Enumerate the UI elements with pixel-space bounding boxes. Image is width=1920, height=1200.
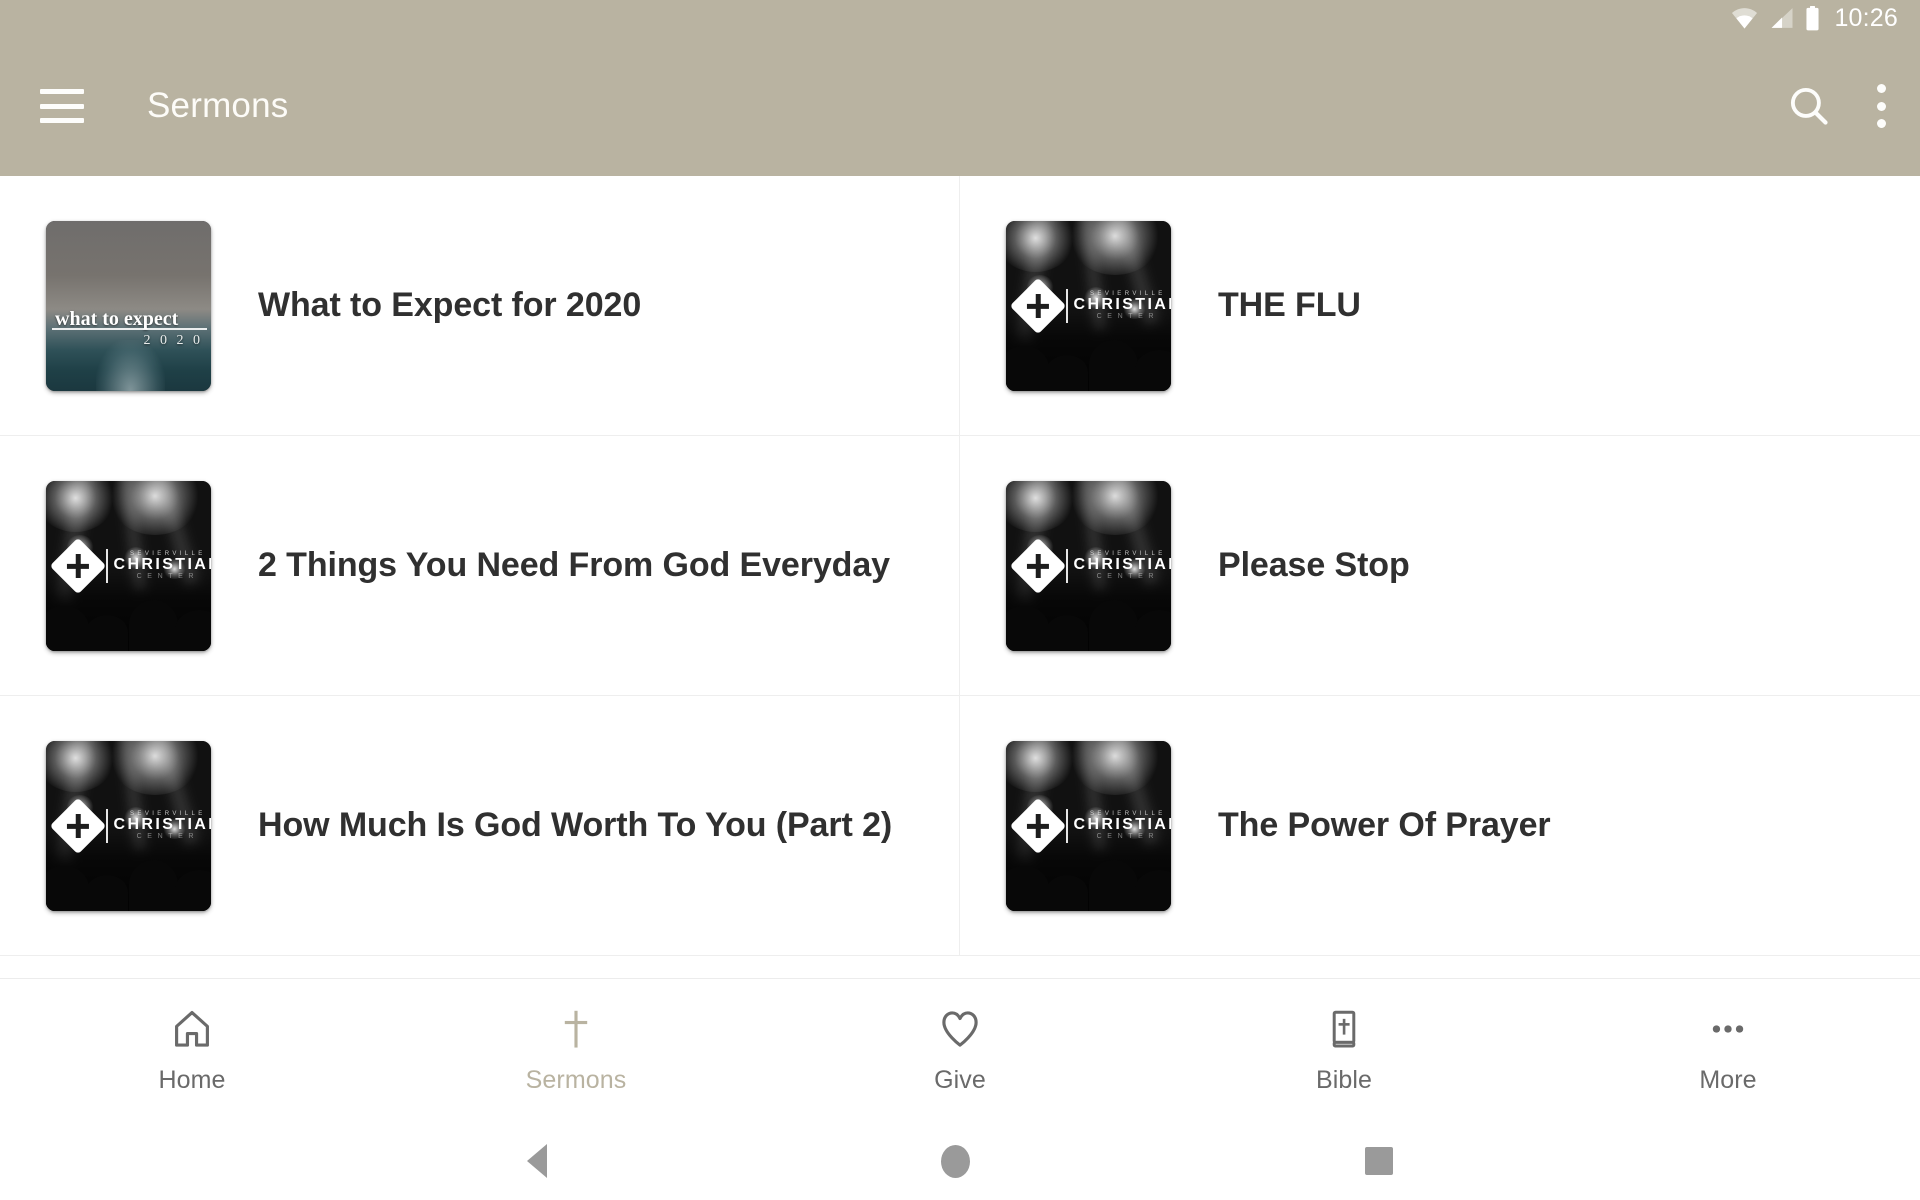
sermon-grid: what to expect 2 0 2 0 What to Expect fo… — [0, 176, 1920, 956]
overflow-menu-icon[interactable] — [1877, 84, 1886, 128]
sermon-title: THE FLU — [1218, 286, 1361, 324]
logo-bottom-text: CENTER — [136, 573, 200, 580]
sermon-thumbnail: what to expect 2 0 2 0 — [46, 220, 211, 391]
status-bar: 10:26 — [0, 0, 1920, 36]
sermon-title: How Much Is God Worth To You (Part 2) — [258, 806, 893, 844]
battery-icon — [1805, 5, 1820, 31]
page-title: Sermons — [147, 86, 289, 125]
logo-middle-text: CHRISTIAN — [113, 816, 212, 833]
sermon-title: 2 Things You Need From God Everyday — [258, 546, 890, 584]
nav-item-more[interactable]: More — [1536, 979, 1920, 1122]
logo-bottom-text: CENTER — [1096, 833, 1160, 840]
app-bar-actions — [1787, 84, 1886, 128]
sermon-row: SEVIERVILLE CHRISTIAN CENTER 2 Things Yo… — [0, 436, 1920, 696]
sermon-row: what to expect 2 0 2 0 What to Expect fo… — [0, 176, 1920, 436]
sermon-title: What to Expect for 2020 — [258, 286, 642, 324]
sermon-item[interactable]: SEVIERVILLE CHRISTIAN CENTER How Much Is… — [0, 696, 960, 955]
status-bar-clock: 10:26 — [1834, 3, 1898, 32]
back-triangle-icon[interactable] — [527, 1144, 548, 1178]
church-logo: SEVIERVILLE CHRISTIAN CENTER — [1009, 797, 1172, 854]
wifi-icon — [1731, 7, 1758, 29]
church-logo: SEVIERVILLE CHRISTIAN CENTER — [49, 797, 212, 854]
logo-middle-text: CHRISTIAN — [1073, 816, 1172, 833]
sermon-item[interactable]: SEVIERVILLE CHRISTIAN CENTER The Power O… — [960, 696, 1920, 955]
cross-diamond-icon — [49, 537, 107, 594]
nav-item-sermons[interactable]: Sermons — [384, 979, 768, 1122]
artwork-headline: what to expect — [55, 307, 179, 330]
nav-label: Sermons — [525, 1065, 627, 1094]
logo-middle-text: CHRISTIAN — [1073, 556, 1172, 573]
sermon-thumbnail: SEVIERVILLE CHRISTIAN CENTER — [1006, 480, 1172, 651]
nav-label: Bible — [1315, 1065, 1373, 1094]
church-logo: SEVIERVILLE CHRISTIAN CENTER — [1009, 277, 1172, 334]
cross-icon — [555, 1007, 597, 1051]
artwork-year: 2 0 2 0 — [143, 332, 203, 348]
home-icon — [171, 1007, 213, 1051]
heart-icon — [939, 1007, 981, 1051]
hamburger-menu-icon[interactable] — [40, 89, 84, 123]
sermon-thumbnail: SEVIERVILLE CHRISTIAN CENTER — [46, 480, 212, 651]
sermon-item[interactable]: SEVIERVILLE CHRISTIAN CENTER 2 Things Yo… — [0, 436, 960, 695]
sermon-list: what to expect 2 0 2 0 What to Expect fo… — [0, 176, 1920, 978]
app-bar: Sermons — [0, 36, 1920, 176]
cross-diamond-icon — [49, 797, 107, 854]
sermon-item[interactable]: SEVIERVILLE CHRISTIAN CENTER THE FLU — [960, 176, 1920, 435]
logo-middle-text: CHRISTIAN — [1073, 296, 1172, 313]
sermon-row: SEVIERVILLE CHRISTIAN CENTER How Much Is… — [0, 696, 1920, 956]
nav-item-give[interactable]: Give — [768, 979, 1152, 1122]
logo-bottom-text: CENTER — [136, 833, 200, 840]
bottom-navigation: Home Sermons Give Bible More — [0, 978, 1920, 1122]
recents-square-icon[interactable] — [1364, 1147, 1393, 1175]
sermon-title: The Power Of Prayer — [1218, 806, 1551, 844]
search-icon[interactable] — [1787, 84, 1831, 128]
sermon-item[interactable]: SEVIERVILLE CHRISTIAN CENTER Please Stop — [960, 436, 1920, 695]
nav-label: Give — [934, 1065, 986, 1094]
more-dots-icon — [1707, 1007, 1749, 1051]
cross-diamond-icon — [1009, 537, 1067, 594]
cross-diamond-icon — [1009, 797, 1067, 854]
sermon-thumbnail: SEVIERVILLE CHRISTIAN CENTER — [1006, 220, 1172, 391]
nav-item-home[interactable]: Home — [0, 979, 384, 1122]
logo-middle-text: CHRISTIAN — [113, 556, 212, 573]
logo-bottom-text: CENTER — [1096, 573, 1160, 580]
sermon-thumbnail: SEVIERVILLE CHRISTIAN CENTER — [1006, 740, 1172, 911]
church-logo: SEVIERVILLE CHRISTIAN CENTER — [1009, 537, 1172, 594]
home-circle-icon[interactable] — [941, 1144, 971, 1178]
cell-signal-icon — [1769, 7, 1794, 29]
logo-bottom-text: CENTER — [1096, 313, 1160, 320]
cross-diamond-icon — [1009, 277, 1067, 334]
church-logo: SEVIERVILLE CHRISTIAN CENTER — [49, 537, 212, 594]
nav-item-bible[interactable]: Bible — [1152, 979, 1536, 1122]
sermon-item[interactable]: what to expect 2 0 2 0 What to Expect fo… — [0, 176, 960, 435]
nav-label: More — [1699, 1065, 1757, 1094]
nav-label: Home — [158, 1065, 226, 1094]
android-system-navigation — [0, 1122, 1920, 1200]
bible-icon — [1323, 1007, 1365, 1051]
sermon-title: Please Stop — [1218, 546, 1410, 584]
sermon-thumbnail: SEVIERVILLE CHRISTIAN CENTER — [46, 740, 212, 911]
